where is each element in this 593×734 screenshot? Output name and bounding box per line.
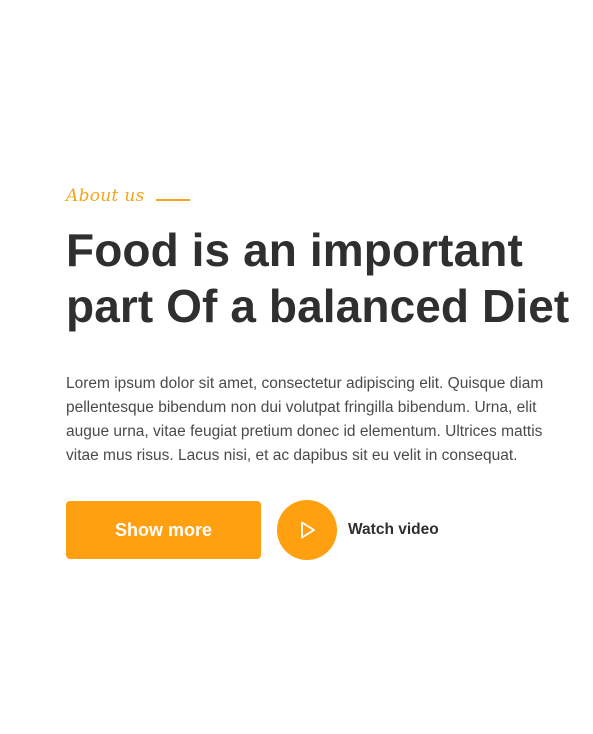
about-us-eyebrow: About us [66, 186, 145, 206]
about-description: Lorem ipsum dolor sit amet, consectetur … [66, 375, 544, 464]
show-more-button[interactable]: Show more [66, 501, 261, 559]
about-section: About us Food is an important part Of a … [66, 182, 593, 560]
actions-row: Show more Watch video [66, 500, 593, 560]
page-title: Food is an important part Of a balanced … [66, 222, 593, 334]
eyebrow-divider [155, 199, 190, 201]
headline-line-2: part Of a balanced Diet [66, 280, 570, 332]
watch-video-label[interactable]: Watch video [348, 521, 439, 539]
eyebrow-row: About us [66, 182, 593, 210]
play-button[interactable] [277, 500, 337, 560]
watch-video-button[interactable]: Watch video [277, 500, 439, 560]
headline-line-1: Food is an important [66, 224, 523, 276]
play-icon [301, 521, 315, 539]
